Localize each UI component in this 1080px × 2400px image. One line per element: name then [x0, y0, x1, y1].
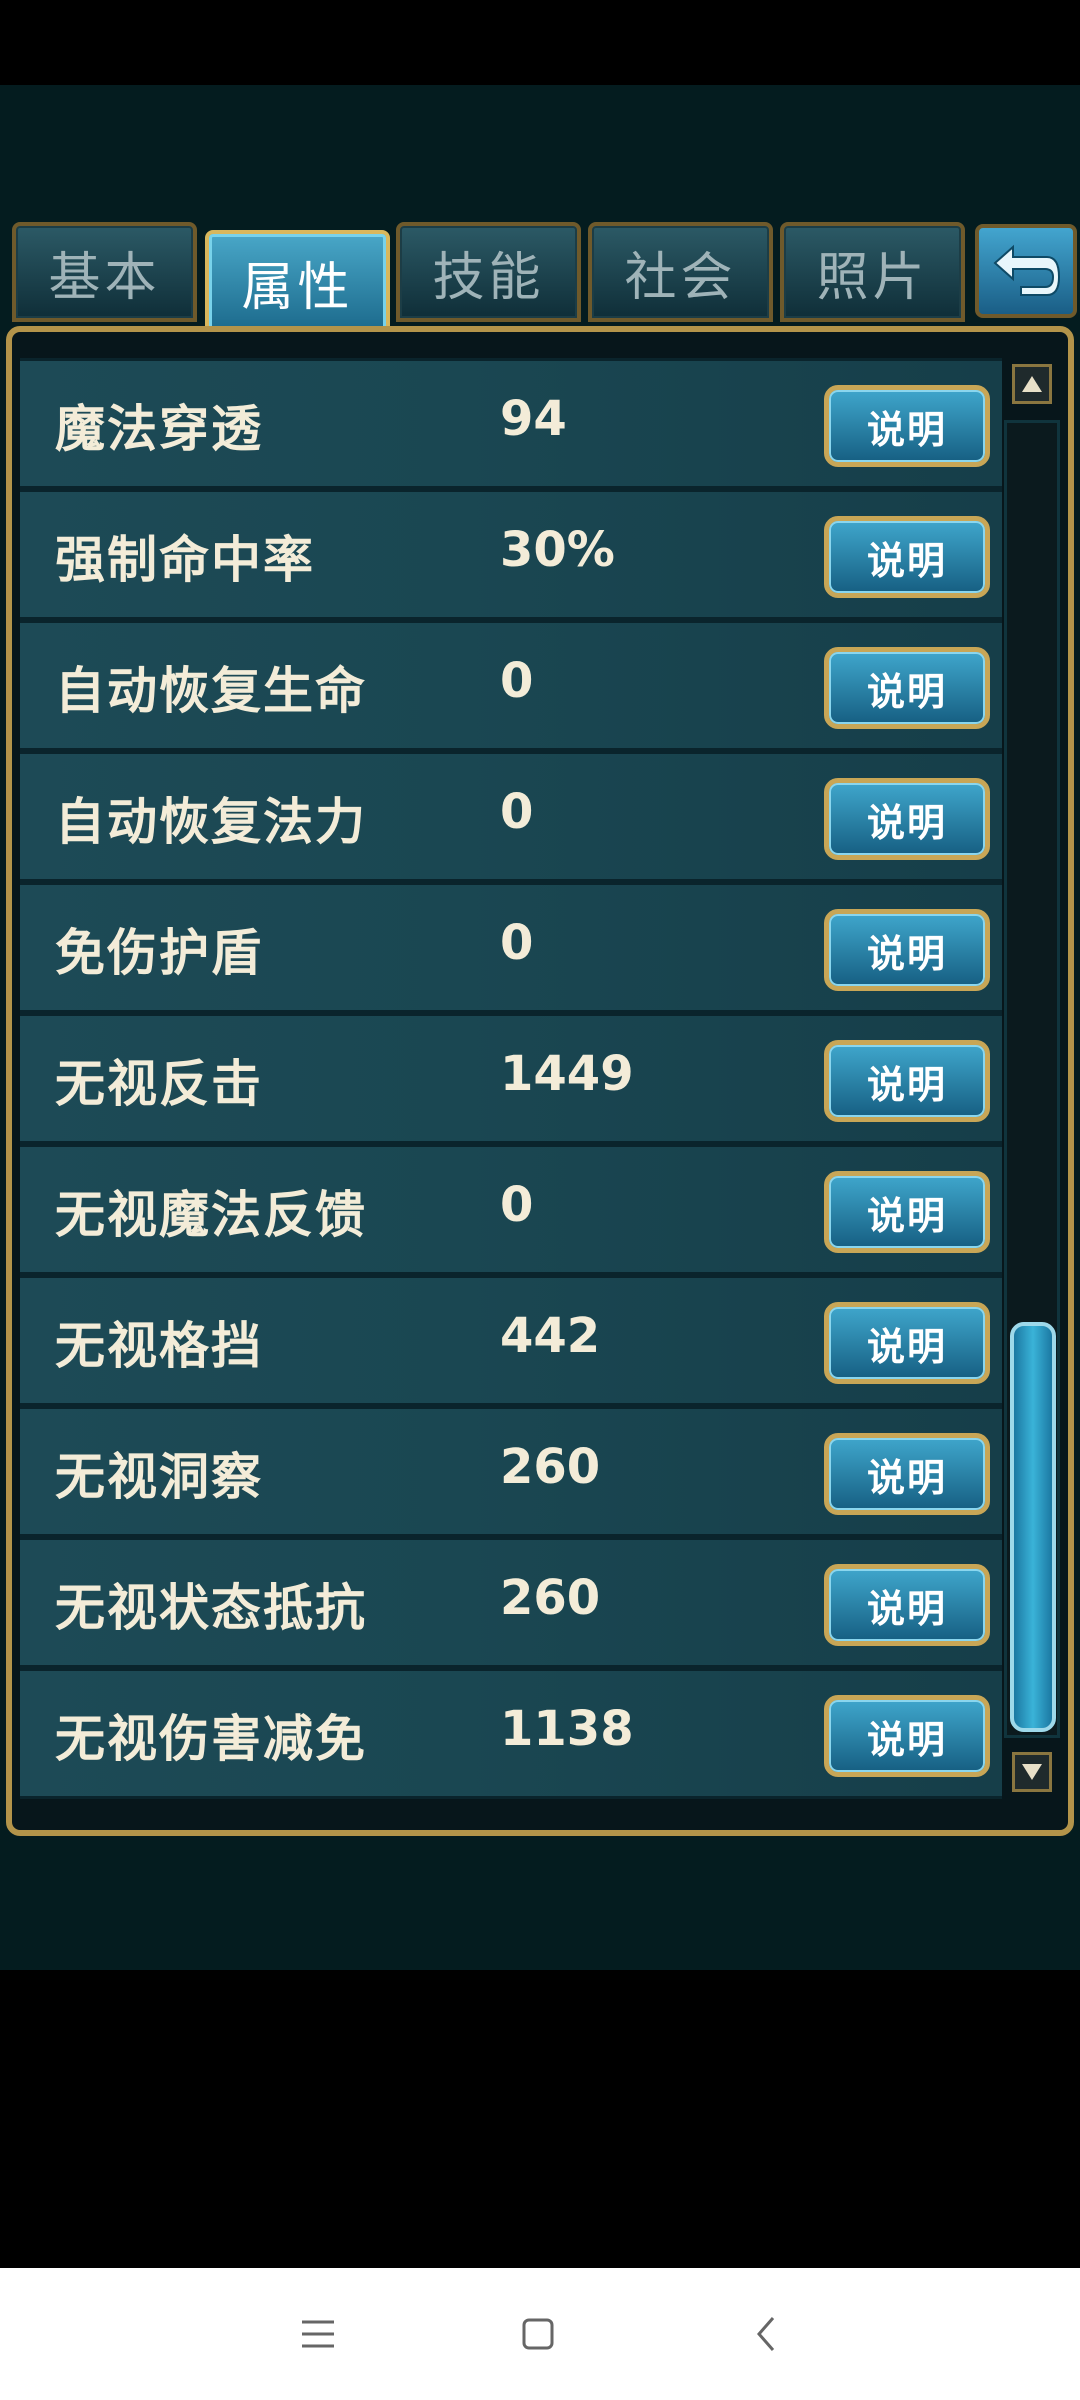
attribute-value: 94	[500, 391, 567, 447]
tab-skills-label: 技能	[432, 247, 545, 308]
info-button-label: 说明	[866, 1062, 947, 1107]
info-button[interactable]: 说明	[824, 1171, 990, 1253]
letterbox-bottom	[0, 1970, 1080, 2268]
attribute-value: 0	[500, 1177, 534, 1233]
triangle-down-icon	[1022, 1764, 1042, 1780]
attributes-list[interactable]: 魔法穿透 94 说明 强制命中率 30% 说明 自动恢复生命 0 说明 自动恢复…	[20, 358, 1002, 1810]
attribute-value: 0	[500, 653, 534, 709]
info-button[interactable]: 说明	[824, 1564, 990, 1646]
menu-icon	[302, 2320, 334, 2348]
list-item: 无视魔法反馈 0 说明	[20, 1144, 1002, 1275]
tab-photos[interactable]: 照片	[780, 222, 965, 322]
attribute-value: 260	[500, 1439, 601, 1495]
info-button-label: 说明	[866, 931, 947, 976]
info-button[interactable]: 说明	[824, 1433, 990, 1515]
attribute-value: 1449	[500, 1046, 634, 1102]
return-arrow-icon	[993, 244, 1061, 296]
list-item: 无视洞察 260 说明	[20, 1406, 1002, 1537]
tab-basic[interactable]: 基本	[12, 222, 197, 322]
tab-social-label: 社会	[624, 247, 737, 308]
menu-button[interactable]	[258, 2268, 378, 2400]
attribute-value: 0	[500, 784, 534, 840]
list-item: 魔法穿透 94 说明	[20, 358, 1002, 489]
list-item: 自动恢复法力 0 说明	[20, 751, 1002, 882]
system-nav-bar	[0, 2268, 1080, 2400]
info-button-label: 说明	[866, 1193, 947, 1238]
attribute-value: 30%	[500, 522, 615, 578]
list-item: 免伤护盾 0 说明	[20, 882, 1002, 1013]
attribute-name: 无视魔法反馈	[55, 1186, 367, 1244]
info-button[interactable]: 说明	[824, 647, 990, 729]
info-button[interactable]: 说明	[824, 385, 990, 467]
tab-skills[interactable]: 技能	[396, 222, 581, 322]
info-button-label: 说明	[866, 669, 947, 714]
attribute-name: 无视格挡	[55, 1317, 263, 1375]
tab-basic-label: 基本	[48, 247, 161, 308]
attribute-value: 442	[500, 1308, 601, 1364]
scroll-down-button[interactable]	[1012, 1752, 1052, 1792]
list-item: 无视伤害减免 1138 说明	[20, 1668, 1002, 1799]
home-square-icon	[522, 2318, 554, 2350]
attribute-name: 强制命中率	[55, 531, 315, 589]
scrollbar-thumb[interactable]	[1010, 1322, 1056, 1732]
attribute-name: 魔法穿透	[55, 400, 263, 458]
list-item: 强制命中率 30% 说明	[20, 489, 1002, 620]
back-nav-button[interactable]	[706, 2268, 826, 2400]
attribute-name: 自动恢复生命	[55, 662, 367, 720]
info-button-label: 说明	[866, 800, 947, 845]
info-button[interactable]: 说明	[824, 516, 990, 598]
info-button-label: 说明	[866, 407, 947, 452]
chevron-left-icon	[757, 2317, 775, 2351]
list-item: 无视格挡 442 说明	[20, 1275, 1002, 1406]
list-item: 无视状态抵抗 260 说明	[20, 1537, 1002, 1668]
triangle-up-icon	[1022, 376, 1042, 392]
attribute-value: 260	[500, 1570, 601, 1626]
back-button[interactable]	[975, 224, 1077, 318]
info-button[interactable]: 说明	[824, 1040, 990, 1122]
tab-photos-label: 照片	[816, 247, 929, 308]
tab-attributes-label: 属性	[241, 258, 354, 318]
info-button-label: 说明	[866, 1324, 947, 1369]
info-button-label: 说明	[866, 1586, 947, 1631]
tab-social[interactable]: 社会	[588, 222, 773, 322]
list-item: 自动恢复生命 0 说明	[20, 620, 1002, 751]
attribute-value: 0	[500, 915, 534, 971]
attribute-name: 免伤护盾	[55, 924, 263, 982]
info-button[interactable]: 说明	[824, 1695, 990, 1777]
attribute-name: 无视伤害减免	[55, 1710, 367, 1768]
home-button[interactable]	[478, 2268, 598, 2400]
tab-attributes[interactable]: 属性	[205, 230, 390, 335]
attribute-name: 无视洞察	[55, 1448, 263, 1506]
info-button-label: 说明	[866, 538, 947, 583]
info-button-label: 说明	[866, 1455, 947, 1500]
attribute-value: 1138	[500, 1701, 634, 1757]
info-button[interactable]: 说明	[824, 909, 990, 991]
attribute-name: 自动恢复法力	[55, 793, 367, 851]
info-button[interactable]: 说明	[824, 1302, 990, 1384]
info-button[interactable]: 说明	[824, 778, 990, 860]
attribute-name: 无视反击	[55, 1055, 263, 1113]
info-button-label: 说明	[866, 1717, 947, 1762]
list-item: 无视反击 1449 说明	[20, 1013, 1002, 1144]
attribute-name: 无视状态抵抗	[55, 1579, 367, 1637]
status-bar-area	[0, 0, 1080, 85]
scroll-up-button[interactable]	[1012, 364, 1052, 404]
